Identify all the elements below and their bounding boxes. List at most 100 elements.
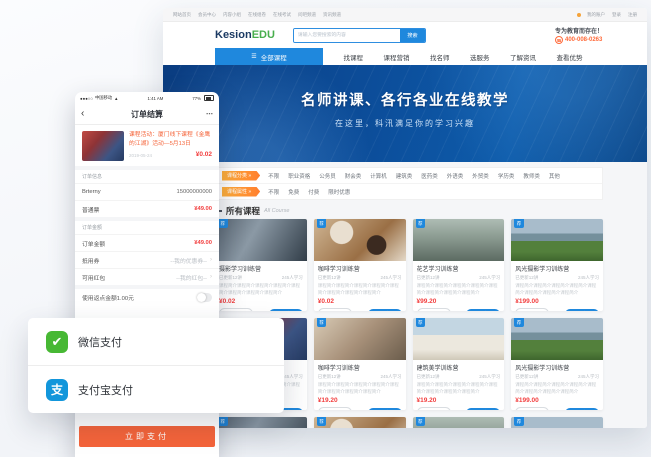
course-buy-button[interactable]: 立即购买 <box>466 407 501 410</box>
filter-option[interactable]: 学历类 <box>498 172 515 180</box>
course-title[interactable]: 建筑美学训练营 <box>417 363 501 372</box>
site-logo[interactable]: KesionEDU <box>215 29 275 41</box>
coupon-row[interactable]: 抵用券 --我的优惠券-- › <box>75 251 219 268</box>
filter-badge-attribute: 课程属性 » <box>222 187 260 197</box>
wechat-pay-label: 微信支付 <box>78 336 122 349</box>
course-description: 课程简介课程简介课程简介课程简介课程简介课程简介课程简介课程简介 <box>515 382 597 394</box>
filter-option[interactable]: 职业资格 <box>288 172 310 180</box>
course-price: ¥0.02 <box>219 298 236 305</box>
back-chevron-icon[interactable]: ‹ <box>81 109 84 119</box>
course-buy-button[interactable]: 立即购买 <box>565 308 599 311</box>
main-nav: ☰ 全部课程 找课程 课程营销 找名师 选服务 了解资讯 查看优势 <box>163 48 647 65</box>
hero-banner: 名师讲课、各行各业在线教学 在这里，科汛满足你的学习兴趣 <box>163 65 647 162</box>
alipay-option[interactable]: 支 支付宝支付 <box>28 365 284 413</box>
course-image[interactable]: 荐 <box>313 417 406 428</box>
course-buy-button[interactable]: 立即购买 <box>367 407 402 410</box>
filter-option[interactable]: 免费 <box>288 188 299 196</box>
nav-item[interactable]: 找名师 <box>430 52 450 62</box>
filter-option[interactable]: 公务员 <box>319 172 336 180</box>
filter-option[interactable]: 计算机 <box>370 172 387 180</box>
nav-item[interactable]: 课程营销 <box>384 52 410 62</box>
course-buy-button[interactable]: 立即购买 <box>466 308 501 311</box>
search-input[interactable] <box>293 28 400 42</box>
battery-percent: 77% <box>192 95 201 101</box>
course-card: 荐 咖啡学习训练营 已更新12讲 245人学习 课程简介课程简介课程简介课程简介… <box>313 219 406 311</box>
more-options-icon[interactable]: ⋯ <box>206 110 213 118</box>
utility-link[interactable]: 在线考试 <box>273 12 291 18</box>
filter-option[interactable]: 建筑类 <box>396 172 413 180</box>
course-buy-button[interactable]: 立即购买 <box>268 308 303 311</box>
filter-option[interactable]: 不限 <box>268 188 279 196</box>
all-courses-button[interactable]: ☰ 全部课程 <box>215 48 323 65</box>
course-card: 荐 建筑美学训练营 已更新12讲 245人学习 课程简介课程简介课程简介课程简介… <box>412 318 505 410</box>
course-image[interactable]: 荐 <box>412 318 505 360</box>
nav-item[interactable]: 找课程 <box>344 52 364 62</box>
hamburger-icon: ☰ <box>251 53 257 60</box>
course-more-button[interactable]: 了解更多 <box>515 308 550 311</box>
utility-link[interactable]: 注册 <box>628 12 637 18</box>
course-card: 荐 咖啡学习训练营 已更新12讲 245人学习 课程简介 ¥0.02 了解更多 … <box>313 417 406 428</box>
redpacket-row[interactable]: 可用红包 --我的红包-- › <box>75 268 219 285</box>
course-image[interactable]: 荐 <box>412 417 505 428</box>
utility-link[interactable]: 在线组卷 <box>248 12 266 18</box>
search-button[interactable]: 搜索 <box>399 28 425 42</box>
order-name-label: Brterny <box>82 189 101 195</box>
course-title[interactable]: 摄影学习训练营 <box>219 264 303 273</box>
course-buy-button[interactable]: 立即购买 <box>565 407 599 410</box>
course-more-button[interactable]: 了解更多 <box>219 308 253 311</box>
filter-option[interactable]: 付费 <box>308 188 319 196</box>
course-more-button[interactable]: 了解更多 <box>416 407 451 410</box>
course-more-button[interactable]: 了解更多 <box>317 407 352 410</box>
course-card: 荐 花艺学习训练营 已更新12讲 245人学习 课程简介 ¥99.20 了解更多… <box>412 417 505 428</box>
utility-link[interactable]: 网站首页 <box>173 12 191 18</box>
nav-item[interactable]: 查看优势 <box>557 52 583 62</box>
filter-option[interactable]: 其他 <box>549 172 560 180</box>
course-image[interactable]: 荐 <box>215 219 307 261</box>
order-ticket-label: 普通票 <box>82 207 100 214</box>
course-price: ¥199.00 <box>515 298 539 305</box>
course-title[interactable]: 风光摄影学习训练营 <box>515 264 599 273</box>
course-title[interactable]: 花艺学习训练营 <box>417 264 501 273</box>
wechat-pay-option[interactable]: ✔ 微信支付 <box>28 318 284 365</box>
course-more-button[interactable]: 了解更多 <box>515 407 550 410</box>
filter-option[interactable]: 外贸类 <box>472 172 489 180</box>
nav-item[interactable]: 了解资讯 <box>510 52 536 62</box>
course-image[interactable]: 荐 <box>313 318 406 360</box>
filter-option[interactable]: 限时优惠 <box>328 188 350 196</box>
phone-status-bar: ●●●○○ 中国移动 ▲ 1:41 AM 77% <box>75 92 219 104</box>
course-image[interactable]: 荐 <box>313 219 406 261</box>
balance-toggle[interactable] <box>197 292 212 302</box>
course-title[interactable]: 咖啡学习训练营 <box>318 363 402 372</box>
course-image[interactable]: 荐 <box>412 219 505 261</box>
nav-item[interactable]: 选服务 <box>470 52 490 62</box>
filter-option[interactable]: 外语类 <box>447 172 464 180</box>
utility-link[interactable]: 登录 <box>612 12 621 18</box>
logo-kesion: Kesion <box>215 29 252 41</box>
course-title[interactable]: 咖啡学习训练营 <box>318 264 402 273</box>
filter-option[interactable]: 不限 <box>268 172 279 180</box>
course-image[interactable]: 荐 <box>215 417 307 428</box>
course-lessons: 已更新12讲 <box>515 275 539 280</box>
course-more-button[interactable]: 了解更多 <box>416 308 451 311</box>
filter-option[interactable]: 教师类 <box>523 172 540 180</box>
utility-link[interactable]: 会员中心 <box>198 12 216 18</box>
section-title: 所有课程 <box>226 205 261 216</box>
course-image[interactable]: 荐 <box>511 417 603 428</box>
filter-option[interactable]: 医药类 <box>421 172 438 180</box>
course-more-button[interactable]: 了解更多 <box>317 308 352 311</box>
utility-links-left: 网站首页 会员中心 内容小组 在线组卷 在线考试 问吧频道 资讯频道 <box>173 12 341 18</box>
pay-now-button[interactable]: 立即支付 <box>79 426 215 447</box>
course-lessons: 已更新12讲 <box>416 374 440 379</box>
course-image[interactable]: 荐 <box>511 318 603 360</box>
utility-link[interactable]: 我的账户 <box>587 12 605 18</box>
filter-option[interactable]: 财会类 <box>345 172 362 180</box>
redpacket-label: 可用红包 <box>82 275 106 282</box>
utility-link[interactable]: 内容小组 <box>223 12 241 18</box>
course-title[interactable]: 风光摄影学习训练营 <box>515 363 599 372</box>
course-image[interactable]: 荐 <box>511 219 603 261</box>
site-header: KesionEDU 搜索 专为教育而存在！ ☎ 400-008-0263 <box>163 22 647 48</box>
utility-link[interactable]: 问吧频道 <box>298 12 316 18</box>
utility-link[interactable]: 资讯频道 <box>323 12 341 18</box>
course-card: 荐 风光摄影学习训练营 已更新12讲 245人学习 课程简介 ¥199.00 了… <box>511 417 603 428</box>
course-buy-button[interactable]: 立即购买 <box>367 308 402 311</box>
